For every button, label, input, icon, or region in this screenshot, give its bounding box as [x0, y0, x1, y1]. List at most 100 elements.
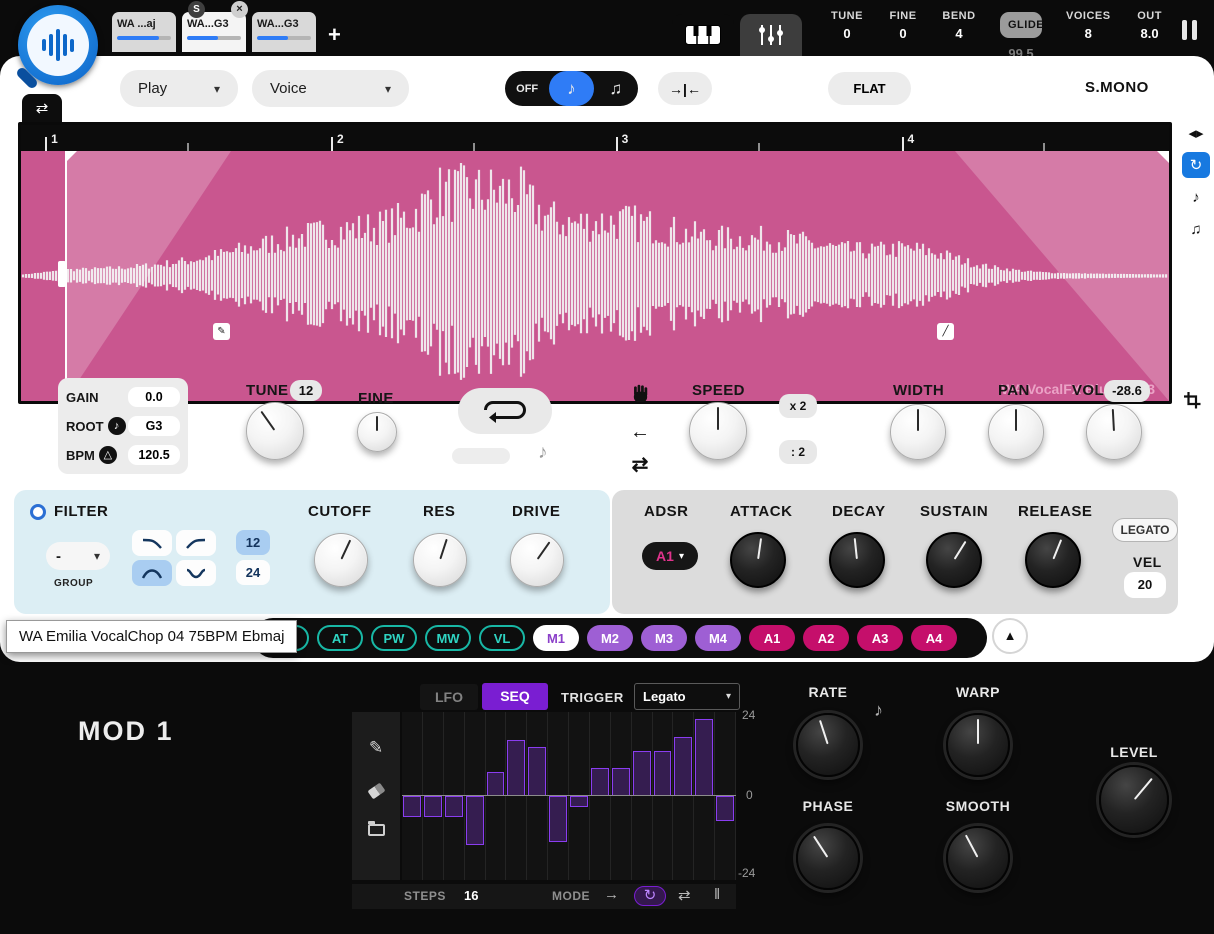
attack-knob[interactable] [730, 532, 786, 588]
pencil-icon[interactable]: ✎ [369, 738, 383, 758]
seq-step-12[interactable] [632, 712, 653, 880]
seq-step-1[interactable] [402, 712, 423, 880]
gain-value[interactable]: 0.0 [128, 387, 180, 407]
mod-pill-pw[interactable]: PW [371, 625, 417, 651]
global-param-tune[interactable]: TUNE0 [830, 10, 864, 41]
flat-button[interactable]: FLAT [828, 72, 911, 105]
mod-pill-a1[interactable]: A1 [749, 625, 795, 651]
vol-knob[interactable] [1086, 404, 1142, 460]
root-value[interactable]: G3 [128, 416, 180, 436]
mod-pill-a3[interactable]: A3 [857, 625, 903, 651]
tab-lfo[interactable]: LFO [420, 684, 478, 710]
seq-step-6[interactable] [506, 712, 527, 880]
close-tab-icon[interactable]: × [231, 1, 248, 18]
seq-step-8[interactable] [548, 712, 569, 880]
mono-mode-label[interactable]: S.MONO [1085, 79, 1149, 96]
start-marker-grip[interactable] [58, 261, 66, 287]
global-param-bend[interactable]: BEND4 [942, 10, 976, 41]
phase-knob[interactable] [796, 826, 860, 890]
mod-pill-a2[interactable]: A2 [803, 625, 849, 651]
speed-half-button[interactable]: : 2 [779, 440, 817, 464]
seq-step-15[interactable] [694, 712, 715, 880]
seq-step-2[interactable] [423, 712, 444, 880]
snap-button[interactable]: →|← [658, 72, 712, 105]
loop-length-pill[interactable] [452, 448, 510, 464]
highpass-icon[interactable] [176, 530, 216, 556]
global-param-glide[interactable]: GLIDE99.5 [998, 10, 1044, 36]
cutoff-knob[interactable] [314, 533, 368, 587]
adsr-preset-dropdown[interactable]: A1 ▾ [642, 542, 698, 570]
seq-step-16[interactable] [715, 712, 736, 880]
seq-step-9[interactable] [569, 712, 590, 880]
mod-pill-m1[interactable]: M1 [533, 625, 579, 651]
fade-in-handle[interactable]: ✎ [213, 323, 230, 340]
mode-hold-icon[interactable]: ‖ [714, 886, 720, 903]
rate-sync-note-icon[interactable]: ♪ [874, 700, 883, 721]
crop-icon[interactable] [1184, 392, 1201, 414]
add-tab-button[interactable]: + [328, 22, 341, 48]
seq-step-3[interactable] [444, 712, 465, 880]
legato-button[interactable]: LEGATO [1112, 518, 1178, 542]
seq-step-10[interactable] [590, 712, 611, 880]
wave-loop-tab[interactable]: ⇄ [22, 94, 62, 122]
vol-value[interactable]: -28.6 [1104, 380, 1150, 402]
drive-knob[interactable] [510, 533, 564, 587]
global-param-fine[interactable]: FINE0 [886, 10, 920, 41]
pitch-mode-icon[interactable]: ♪ [1182, 184, 1210, 210]
seq-step-4[interactable] [465, 712, 486, 880]
tune-knob[interactable] [246, 402, 304, 460]
speed-knob[interactable] [689, 402, 747, 460]
sustain-knob[interactable] [926, 532, 982, 588]
start-flag[interactable] [65, 151, 77, 163]
bandpass-icon[interactable] [132, 560, 172, 586]
vel-value[interactable]: 20 [1124, 572, 1166, 598]
sync-off-button[interactable]: OFF [505, 71, 549, 106]
mod-pill-m2[interactable]: M2 [587, 625, 633, 651]
end-flag[interactable] [1157, 151, 1169, 163]
mod-pill-vl[interactable]: VL [479, 625, 525, 651]
stretch-mode-icon[interactable]: ♫ [1182, 216, 1210, 242]
tab-mixer-view[interactable] [740, 14, 802, 56]
filter-group-dropdown[interactable]: - ▾ [46, 542, 110, 570]
width-knob[interactable] [890, 404, 946, 460]
notch-icon[interactable] [176, 560, 216, 586]
level-knob[interactable] [1099, 765, 1169, 835]
wave-ruler[interactable]: 1234 [21, 125, 1169, 151]
bpm-value[interactable]: 120.5 [128, 445, 180, 465]
fade-out-handle[interactable]: ╱ [937, 323, 954, 340]
lowpass-icon[interactable] [132, 530, 172, 556]
sync-triplet-button[interactable]: ♫ [594, 71, 638, 106]
eraser-icon[interactable] [367, 783, 385, 800]
warp-knob[interactable] [946, 713, 1010, 777]
res-knob[interactable] [413, 533, 467, 587]
seq-step-7[interactable] [527, 712, 548, 880]
pause-icon[interactable] [1182, 20, 1197, 40]
fine-knob[interactable] [357, 412, 397, 452]
slope-24-button[interactable]: 24 [236, 560, 270, 585]
mod-pill-m3[interactable]: M3 [641, 625, 687, 651]
rate-knob[interactable] [796, 713, 860, 777]
seq-step-5[interactable] [486, 712, 507, 880]
mod-pill-m4[interactable]: M4 [695, 625, 741, 651]
sample-tab-1[interactable]: WA ...aj [112, 12, 176, 52]
mod-pill-at[interactable]: AT [317, 625, 363, 651]
mod-pill-mw[interactable]: MW [425, 625, 471, 651]
sync-note-button[interactable]: ♪ [549, 71, 593, 106]
mode-forward-icon[interactable]: → [604, 886, 619, 903]
tune-value[interactable]: 12 [290, 380, 322, 401]
speed-double-button[interactable]: x 2 [779, 394, 817, 418]
solo-badge[interactable]: S [188, 1, 205, 18]
filter-enable-toggle[interactable] [30, 504, 46, 520]
loop-button[interactable] [458, 388, 552, 434]
release-knob[interactable] [1025, 532, 1081, 588]
steps-value[interactable]: 16 [464, 888, 478, 903]
hand-icon[interactable] [631, 384, 650, 410]
pan-handles-icon[interactable]: ◂▸ [1182, 120, 1210, 146]
play-mode-dropdown[interactable]: Play ▾ [120, 70, 238, 107]
mode-pingpong-icon[interactable]: ⇄ [678, 886, 691, 904]
global-param-voices[interactable]: VOICES8 [1066, 10, 1111, 41]
tab-seq[interactable]: SEQ [482, 683, 548, 710]
folder-icon[interactable] [368, 824, 385, 836]
mode-loop-icon[interactable]: ↻ [634, 886, 666, 906]
global-param-out[interactable]: OUT8.0 [1133, 10, 1167, 41]
